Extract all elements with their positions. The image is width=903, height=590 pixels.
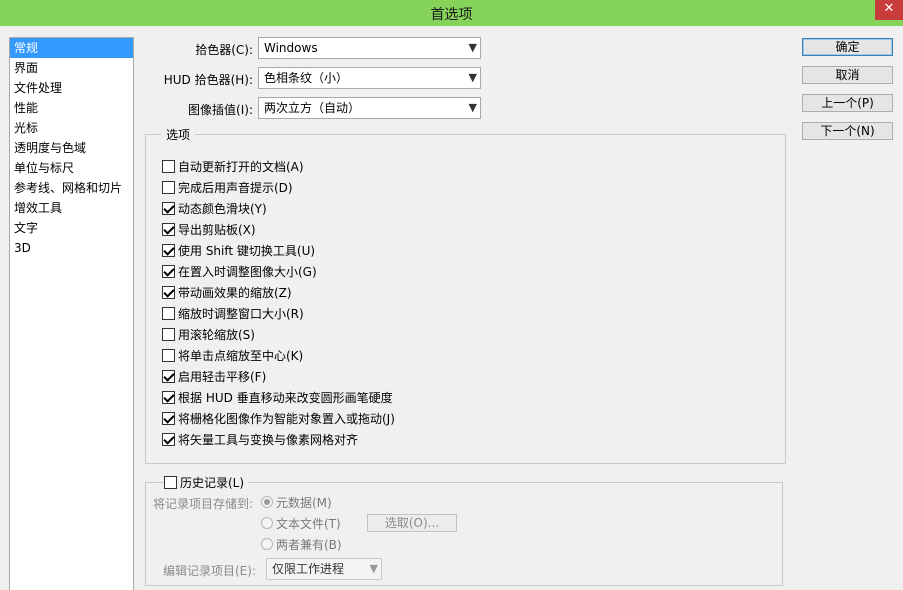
checkbox-checked[interactable] bbox=[162, 390, 175, 404]
option-label: 将栅格化图像作为智能对象置入或拖动(J) bbox=[178, 411, 395, 426]
chevron-down-icon: ▼ bbox=[468, 41, 477, 54]
sidebar: 常规 界面 文件处理 性能 光标 透明度与色域 单位与标尺 参考线、网格和切片 … bbox=[9, 37, 134, 590]
option-label: 将单击点缩放至中心(K) bbox=[178, 348, 304, 363]
option-hud-brush-hardness[interactable]: 根据 HUD 垂直移动来改变圆形画笔硬度 bbox=[162, 389, 393, 405]
interpolation-label: 图像插值(I): bbox=[188, 103, 253, 117]
interpolation-select[interactable]: 两次立方（自动） ▼ bbox=[258, 97, 481, 119]
option-shift-tool-switch[interactable]: 使用 Shift 键切换工具(U) bbox=[162, 242, 315, 258]
option-place-as-smart-object[interactable]: 将栅格化图像作为智能对象置入或拖动(J) bbox=[162, 410, 395, 426]
previous-button[interactable]: 上一个(P) bbox=[802, 94, 893, 112]
radio-label: 文本文件(T) bbox=[276, 516, 341, 531]
chevron-down-icon: ▼ bbox=[468, 101, 477, 114]
window-title: 首选项 bbox=[430, 7, 473, 23]
close-icon[interactable]: ✕ bbox=[875, 0, 903, 20]
options-legend: 选项 bbox=[161, 126, 196, 143]
option-label: 启用轻击平移(F) bbox=[178, 369, 267, 384]
radio-metadata[interactable]: 元数据(M) bbox=[261, 494, 332, 510]
option-dynamic-color-sliders[interactable]: 动态颜色滑块(Y) bbox=[162, 200, 267, 216]
checkbox[interactable] bbox=[162, 327, 175, 341]
sidebar-item-cursors[interactable]: 光标 bbox=[10, 118, 133, 138]
option-zoom-clicked-point-to-center[interactable]: 将单击点缩放至中心(K) bbox=[162, 347, 303, 363]
option-label: 自动更新打开的文档(A) bbox=[178, 159, 304, 174]
option-zoom-with-scroll-wheel[interactable]: 用滚轮缩放(S) bbox=[162, 326, 255, 342]
cancel-button[interactable]: 取消 bbox=[802, 66, 893, 84]
option-flick-panning[interactable]: 启用轻击平移(F) bbox=[162, 368, 266, 384]
option-label: 根据 HUD 垂直移动来改变圆形画笔硬度 bbox=[178, 390, 393, 405]
option-label: 使用 Shift 键切换工具(U) bbox=[178, 243, 316, 258]
option-label: 动态颜色滑块(Y) bbox=[178, 201, 267, 216]
hud-color-picker-label: HUD 拾色器(H): bbox=[163, 73, 253, 87]
radio-button-selected[interactable] bbox=[261, 496, 273, 508]
history-log-toggle[interactable]: 历史记录(L) bbox=[164, 474, 249, 490]
option-label: 将矢量工具与变换与像素网格对齐 bbox=[178, 432, 359, 447]
radio-label: 元数据(M) bbox=[276, 495, 332, 510]
checkbox[interactable] bbox=[164, 475, 177, 489]
option-label: 完成后用声音提示(D) bbox=[178, 180, 293, 195]
option-animated-zoom[interactable]: 带动画效果的缩放(Z) bbox=[162, 284, 292, 300]
hud-color-picker-select[interactable]: 色相条纹（小） ▼ bbox=[258, 67, 481, 89]
sidebar-item-performance[interactable]: 性能 bbox=[10, 98, 133, 118]
checkbox-checked[interactable] bbox=[162, 264, 175, 278]
color-picker-select[interactable]: Windows ▼ bbox=[258, 37, 481, 59]
sidebar-item-transparency[interactable]: 透明度与色域 bbox=[10, 138, 133, 158]
chevron-down-icon: ▼ bbox=[369, 562, 378, 575]
checkbox[interactable] bbox=[162, 348, 175, 362]
save-log-to-label: 将记录项目存储到: bbox=[153, 497, 254, 511]
checkbox-checked[interactable] bbox=[162, 222, 175, 236]
radio-button[interactable] bbox=[261, 517, 273, 529]
option-auto-update[interactable]: 自动更新打开的文档(A) bbox=[162, 158, 304, 174]
interpolation-value: 两次立方（自动） bbox=[264, 101, 361, 115]
sidebar-item-general[interactable]: 常规 bbox=[10, 38, 133, 58]
title-bar: 首选项 ✕ bbox=[0, 0, 903, 26]
hud-color-picker-value: 色相条纹（小） bbox=[264, 71, 349, 85]
option-resize-on-place[interactable]: 在置入时调整图像大小(G) bbox=[162, 263, 317, 279]
checkbox-checked[interactable] bbox=[162, 411, 175, 425]
ok-button[interactable]: 确定 bbox=[802, 38, 893, 56]
sidebar-item-interface[interactable]: 界面 bbox=[10, 58, 133, 78]
sidebar-item-guides[interactable]: 参考线、网格和切片 bbox=[10, 178, 133, 198]
sidebar-item-plugins[interactable]: 增效工具 bbox=[10, 198, 133, 218]
radio-text-file[interactable]: 文本文件(T) bbox=[261, 515, 341, 531]
option-label: 缩放时调整窗口大小(R) bbox=[178, 306, 304, 321]
radio-button[interactable] bbox=[261, 538, 273, 550]
checkbox[interactable] bbox=[162, 159, 175, 173]
choose-file-button[interactable]: 选取(O)... bbox=[367, 514, 457, 532]
checkbox-checked[interactable] bbox=[162, 285, 175, 299]
edit-log-items-select[interactable]: 仅限工作进程 ▼ bbox=[266, 558, 382, 580]
history-legend: 历史记录(L) bbox=[180, 475, 245, 490]
checkbox-checked[interactable] bbox=[162, 432, 175, 446]
sidebar-item-file-handling[interactable]: 文件处理 bbox=[10, 78, 133, 98]
radio-both[interactable]: 两者兼有(B) bbox=[261, 536, 342, 552]
option-label: 在置入时调整图像大小(G) bbox=[178, 264, 317, 279]
option-zoom-resizes-windows[interactable]: 缩放时调整窗口大小(R) bbox=[162, 305, 304, 321]
option-label: 用滚轮缩放(S) bbox=[178, 327, 255, 342]
sidebar-item-3d[interactable]: 3D bbox=[10, 238, 133, 258]
option-snap-vector-to-pixel-grid[interactable]: 将矢量工具与变换与像素网格对齐 bbox=[162, 431, 358, 447]
checkbox-checked[interactable] bbox=[162, 243, 175, 257]
checkbox[interactable] bbox=[162, 180, 175, 194]
edit-log-items-label: 编辑记录项目(E): bbox=[163, 564, 256, 578]
option-export-clipboard[interactable]: 导出剪贴板(X) bbox=[162, 221, 256, 237]
radio-label: 两者兼有(B) bbox=[276, 537, 342, 552]
next-button[interactable]: 下一个(N) bbox=[802, 122, 893, 140]
checkbox[interactable] bbox=[162, 306, 175, 320]
chevron-down-icon: ▼ bbox=[468, 71, 477, 84]
option-label: 导出剪贴板(X) bbox=[178, 222, 256, 237]
edit-log-items-value: 仅限工作进程 bbox=[272, 562, 345, 576]
option-label: 带动画效果的缩放(Z) bbox=[178, 285, 292, 300]
color-picker-value: Windows bbox=[264, 41, 318, 55]
sidebar-item-units[interactable]: 单位与标尺 bbox=[10, 158, 133, 178]
checkbox-checked[interactable] bbox=[162, 201, 175, 215]
color-picker-label: 拾色器(C): bbox=[195, 43, 253, 57]
checkbox-checked[interactable] bbox=[162, 369, 175, 383]
sidebar-item-type[interactable]: 文字 bbox=[10, 218, 133, 238]
option-beep-when-done[interactable]: 完成后用声音提示(D) bbox=[162, 179, 293, 195]
